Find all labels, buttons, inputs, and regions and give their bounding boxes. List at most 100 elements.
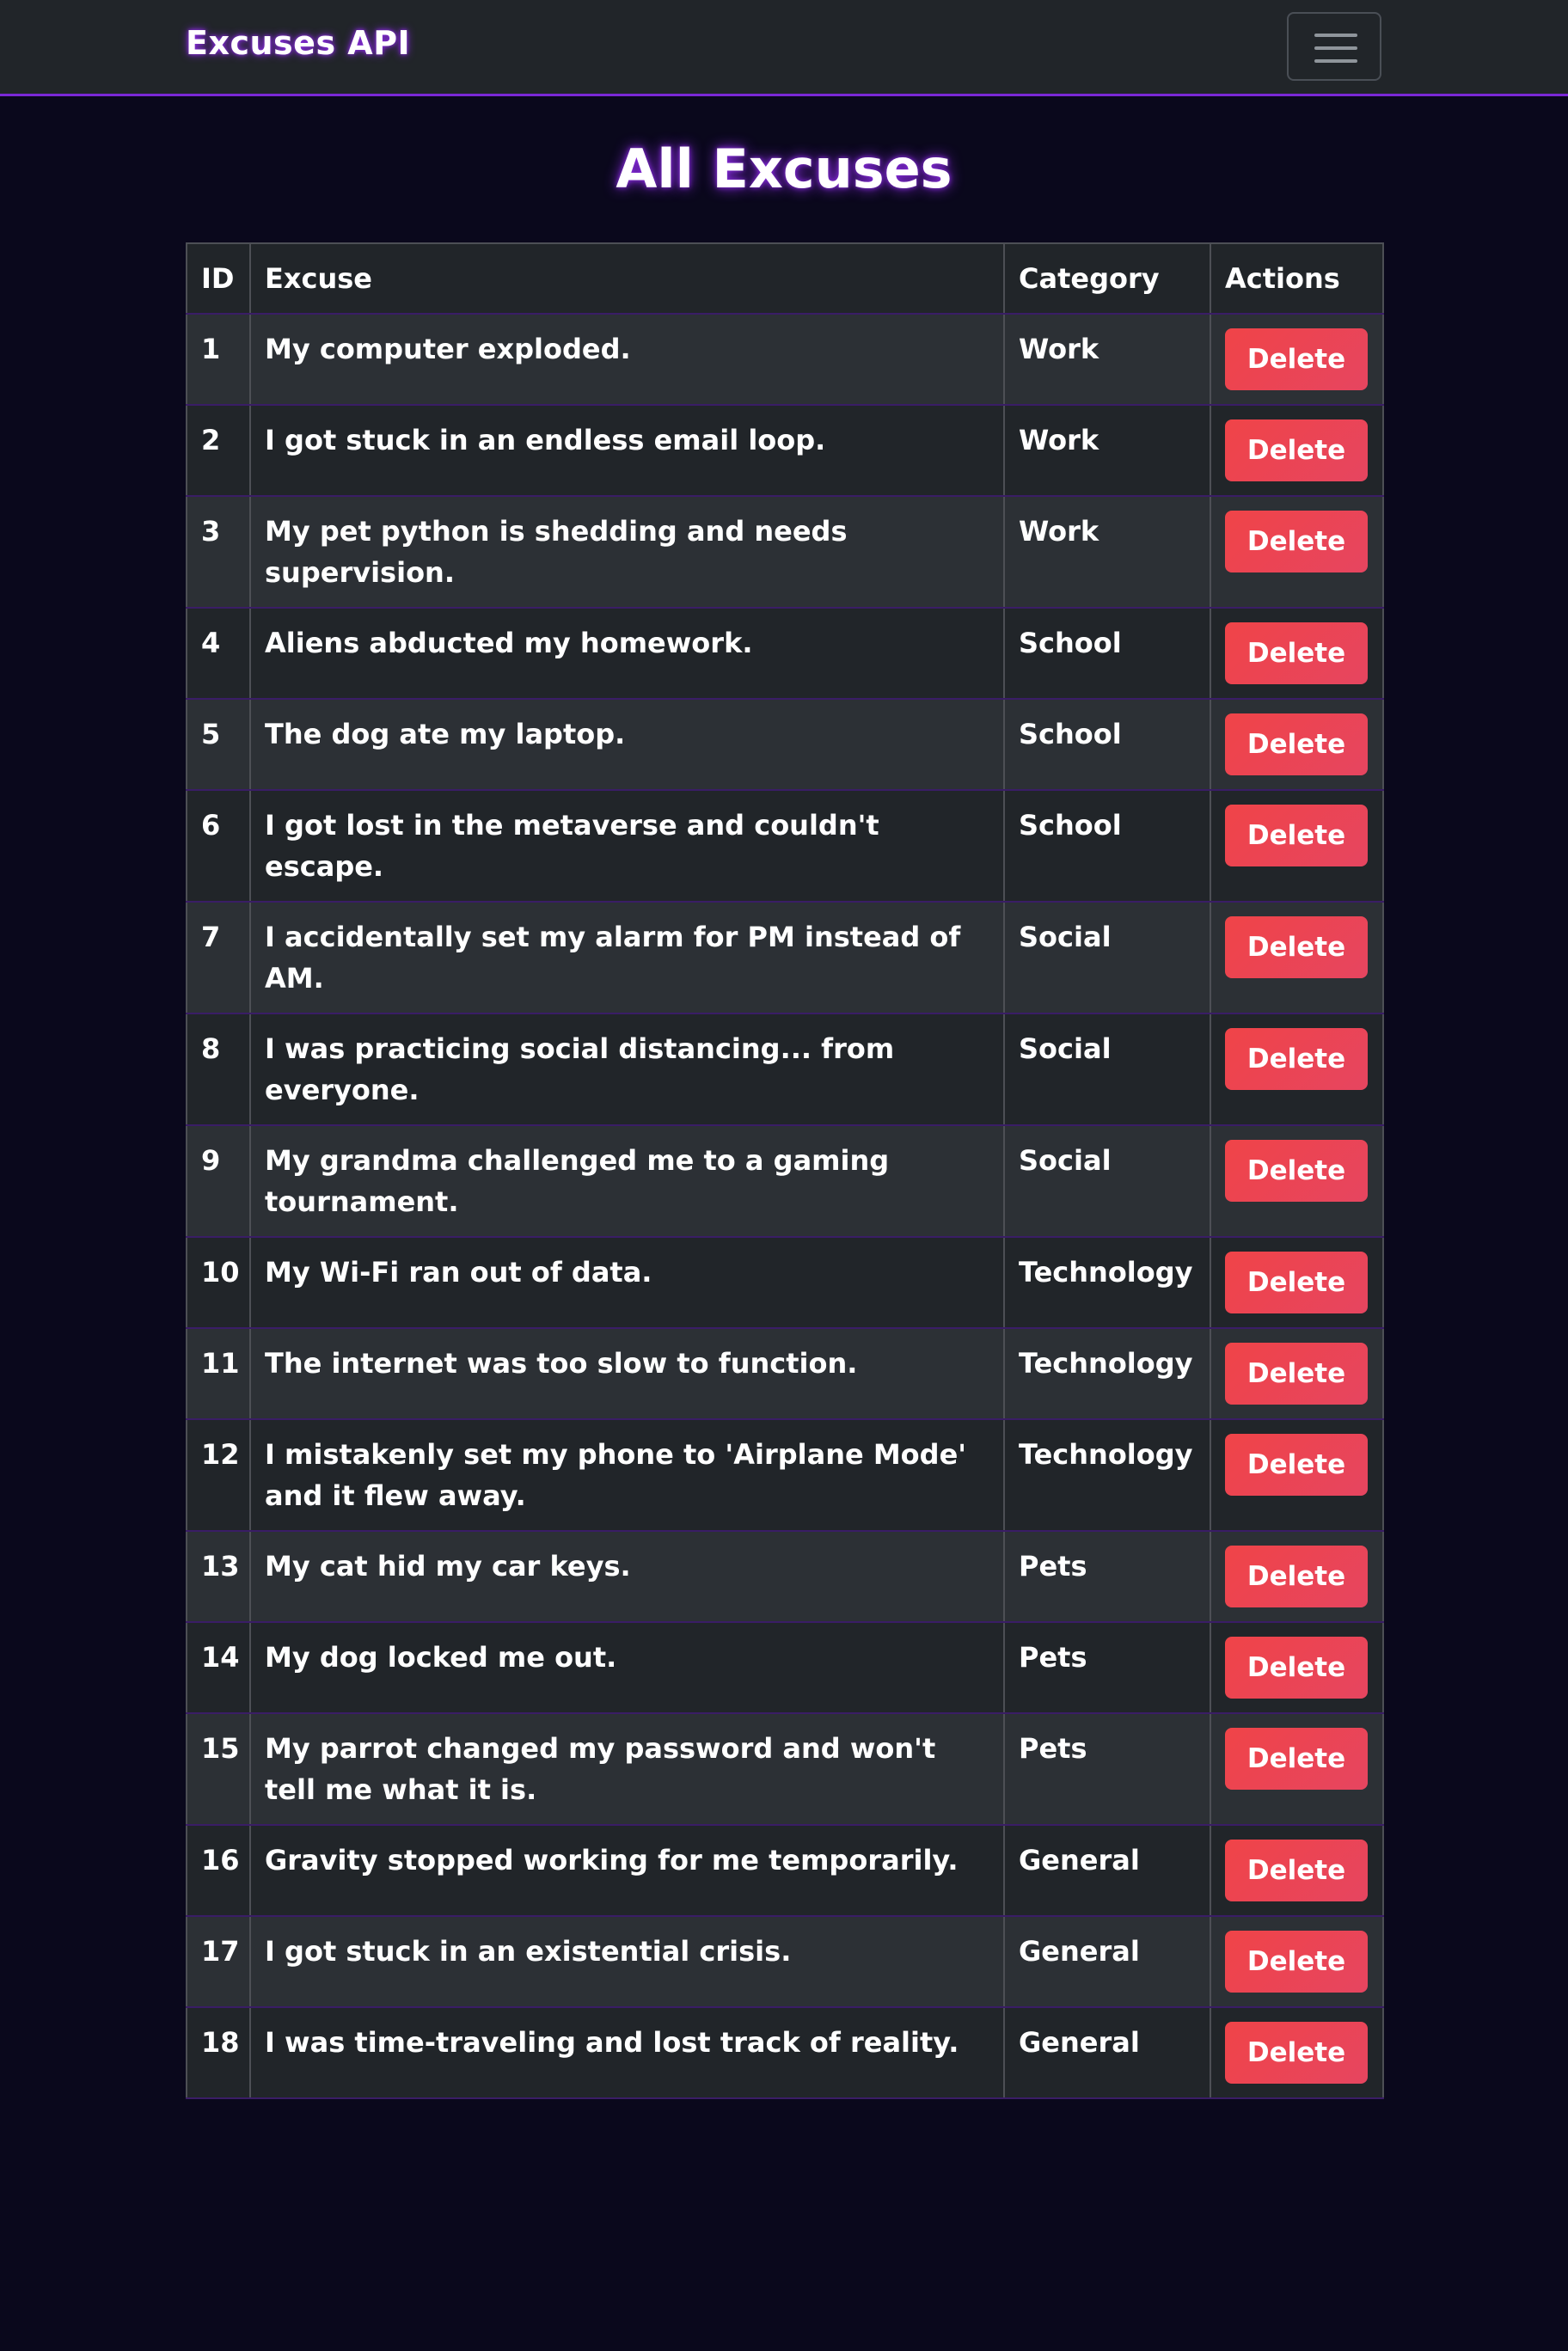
excuse-text-cell: I was time-traveling and lost track of r… xyxy=(249,2007,1005,2099)
excuse-category-cell: School xyxy=(1003,699,1211,791)
excuse-id-cell: 13 xyxy=(186,1531,251,1623)
excuse-text-cell: I was practicing social distancing... fr… xyxy=(249,1013,1005,1126)
table-row: 4 Aliens abducted my homework. School Delet… xyxy=(186,608,1384,700)
delete-button[interactable]: Delete xyxy=(1225,328,1368,390)
table-row: 6I got lost in the metaverse and couldn'… xyxy=(186,790,1384,903)
excuse-id-cell: 9 xyxy=(186,1125,251,1238)
delete-button[interactable]: Delete xyxy=(1225,713,1368,775)
table-row: 9 My grandma challenged me to a gaming to… xyxy=(186,1125,1384,1238)
excuse-id-cell: 17 xyxy=(186,1916,251,2008)
excuse-actions-cell: Delete xyxy=(1210,314,1384,406)
excuse-actions-cell: Delete xyxy=(1210,405,1384,497)
table-row: 15 My parrot changed my password and won'… xyxy=(186,1713,1384,1826)
delete-button[interactable]: Delete xyxy=(1225,1028,1368,1090)
excuse-category-cell: Work xyxy=(1003,405,1211,497)
delete-button[interactable]: Delete xyxy=(1225,1252,1368,1313)
delete-button[interactable]: Delete xyxy=(1225,511,1368,572)
table-row: 13 My cat hid my car keys. Pets Delete xyxy=(186,1531,1384,1623)
table-row: 1 My computer exploded. Work Delete xyxy=(186,314,1384,406)
excuse-text-cell: I mistakenly set my phone to 'Airplane M… xyxy=(249,1419,1005,1532)
excuse-category-cell: Social xyxy=(1003,1013,1211,1126)
excuse-text-cell: I accidentally set my alarm for PM inste… xyxy=(249,902,1005,1014)
excuse-id-cell: 14 xyxy=(186,1622,251,1714)
column-header-excuse: Excuse xyxy=(249,242,1005,315)
excuse-category-cell: Work xyxy=(1003,496,1211,609)
excuse-actions-cell: Delete xyxy=(1210,1825,1384,1917)
excuse-id-cell: 6 xyxy=(186,790,251,903)
table-row: 17 I got stuck in an existential crisis. G… xyxy=(186,1916,1384,2008)
excuse-id-cell: 7 xyxy=(186,902,251,1014)
delete-button[interactable]: Delete xyxy=(1225,805,1368,866)
delete-button[interactable]: Delete xyxy=(1225,419,1368,481)
table-header: ID Excuse Category Actions xyxy=(186,242,1384,315)
delete-button[interactable]: Delete xyxy=(1225,1546,1368,1607)
delete-button[interactable]: Delete xyxy=(1225,1931,1368,1993)
excuse-actions-cell: Delete xyxy=(1210,1125,1384,1238)
delete-button[interactable]: Delete xyxy=(1225,1840,1368,1901)
excuse-category-cell: Social xyxy=(1003,902,1211,1014)
excuses-table: ID Excuse Category Actions 1 My computer … xyxy=(186,242,1384,2099)
excuse-text-cell: The internet was too slow to function. xyxy=(249,1328,1005,1420)
excuse-id-cell: 18 xyxy=(186,2007,251,2099)
table-row: 2I got stuck in an endless email loop. Wo… xyxy=(186,405,1384,497)
excuse-id-cell: 16 xyxy=(186,1825,251,1917)
excuse-category-cell: School xyxy=(1003,790,1211,903)
excuse-actions-cell: Delete xyxy=(1210,1916,1384,2008)
delete-button[interactable]: Delete xyxy=(1225,1343,1368,1405)
excuse-id-cell: 12 xyxy=(186,1419,251,1532)
column-header-id: ID xyxy=(186,242,251,315)
excuse-text-cell: My cat hid my car keys. xyxy=(249,1531,1005,1623)
excuse-category-cell: Pets xyxy=(1003,1713,1211,1826)
column-header-category: Category xyxy=(1003,242,1211,315)
table-row: 11 The internet was too slow to function.… xyxy=(186,1328,1384,1420)
excuse-id-cell: 1 xyxy=(186,314,251,406)
excuse-actions-cell: Delete xyxy=(1210,496,1384,609)
excuse-text-cell: My computer exploded. xyxy=(249,314,1005,406)
excuse-actions-cell: Delete xyxy=(1210,1237,1384,1329)
excuse-actions-cell: Delete xyxy=(1210,1531,1384,1623)
excuse-text-cell: My pet python is shedding and needs supe… xyxy=(249,496,1005,609)
excuse-category-cell: School xyxy=(1003,608,1211,700)
excuse-category-cell: General xyxy=(1003,1916,1211,2008)
excuse-text-cell: My dog locked me out. xyxy=(249,1622,1005,1714)
table-row: 16 Gravity stopped working for me tempora… xyxy=(186,1825,1384,1917)
excuse-id-cell: 4 xyxy=(186,608,251,700)
table-row: 8I was practicing social distancing... f… xyxy=(186,1013,1384,1126)
page-title: All Excuses xyxy=(616,138,952,200)
excuse-category-cell: Pets xyxy=(1003,1531,1211,1623)
excuse-actions-cell: Delete xyxy=(1210,1419,1384,1532)
delete-button[interactable]: Delete xyxy=(1225,916,1368,978)
table-body: 1 My computer exploded. Work Delete 2 I got s… xyxy=(186,314,1384,2099)
delete-button[interactable]: Delete xyxy=(1225,1434,1368,1496)
excuse-actions-cell: Delete xyxy=(1210,699,1384,791)
excuse-id-cell: 15 xyxy=(186,1713,251,1826)
delete-button[interactable]: Delete xyxy=(1225,2022,1368,2084)
excuse-category-cell: General xyxy=(1003,1825,1211,1917)
excuse-category-cell: Work xyxy=(1003,314,1211,406)
brand-logo[interactable]: Excuses API xyxy=(186,24,410,62)
excuse-actions-cell: Delete xyxy=(1210,1328,1384,1420)
excuse-id-cell: 3 xyxy=(186,496,251,609)
excuse-actions-cell: Delete xyxy=(1210,790,1384,903)
excuse-category-cell: Technology xyxy=(1003,1419,1211,1532)
excuse-id-cell: 11 xyxy=(186,1328,251,1420)
delete-button[interactable]: Delete xyxy=(1225,1140,1368,1202)
delete-button[interactable]: Delete xyxy=(1225,1637,1368,1699)
excuses-table-container: ID Excuse Category Actions 1 My computer … xyxy=(186,242,1384,2099)
excuse-category-cell: Pets xyxy=(1003,1622,1211,1714)
excuse-text-cell: Gravity stopped working for me temporari… xyxy=(249,1825,1005,1917)
delete-button[interactable]: Delete xyxy=(1225,622,1368,684)
navbar-toggler-button[interactable] xyxy=(1287,12,1381,81)
table-row: 3 My pet python is shedding and needs sup… xyxy=(186,496,1384,609)
table-row: 12 I mistakenly set my phone to 'Airplane… xyxy=(186,1419,1384,1532)
excuse-text-cell: Aliens abducted my homework. xyxy=(249,608,1005,700)
excuse-actions-cell: Delete xyxy=(1210,608,1384,700)
table-row: 5 The dog ate my laptop. School Delete xyxy=(186,699,1384,791)
excuse-text-cell: My grandma challenged me to a gaming tou… xyxy=(249,1125,1005,1238)
table-row: 18 I was time-traveling and lost track of… xyxy=(186,2007,1384,2099)
excuse-id-cell: 5 xyxy=(186,699,251,791)
excuse-text-cell: My Wi-Fi ran out of data. xyxy=(249,1237,1005,1329)
navbar: Excuses API xyxy=(0,0,1568,96)
delete-button[interactable]: Delete xyxy=(1225,1728,1368,1790)
excuse-actions-cell: Delete xyxy=(1210,1013,1384,1126)
